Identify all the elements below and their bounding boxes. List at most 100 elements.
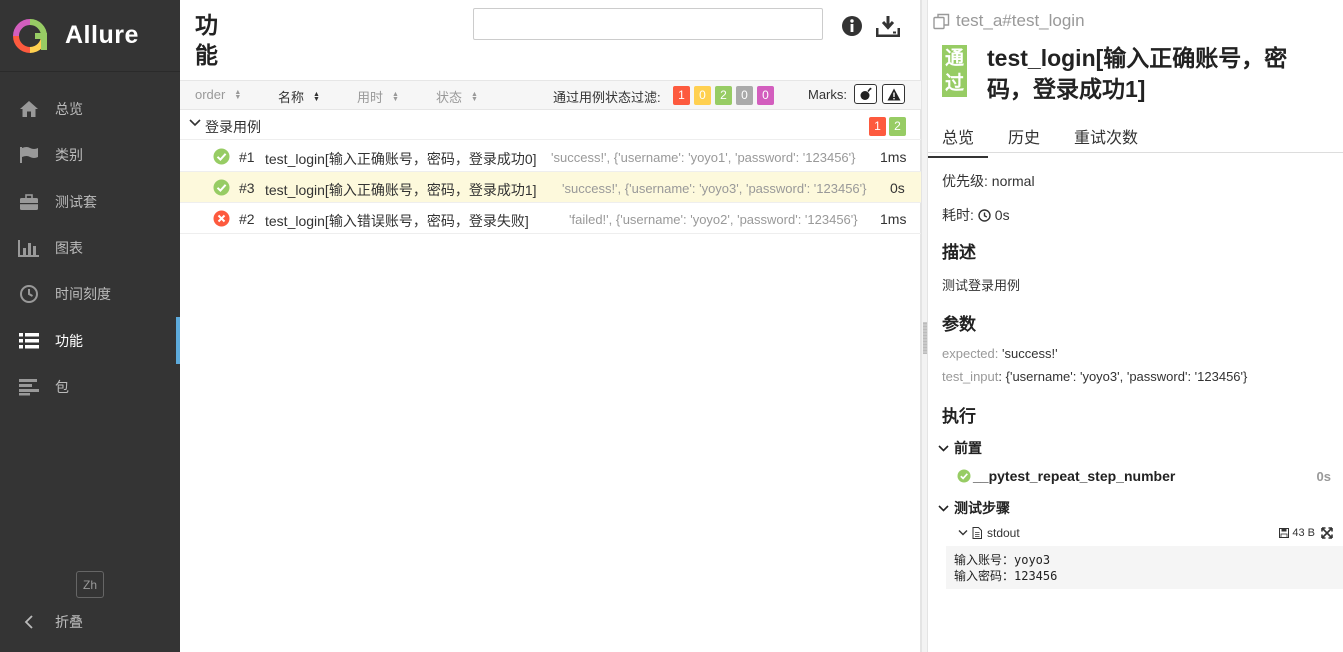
step-name: __pytest_repeat_step_number	[973, 468, 1176, 484]
breadcrumb-text: test_a#test_login	[956, 11, 1085, 30]
briefcase-icon	[18, 191, 40, 213]
group-failed-count: 1	[869, 117, 886, 136]
breadcrumb: test_a#test_login	[933, 11, 1085, 31]
sort-label: 状态	[436, 90, 463, 105]
test-duration: 1ms	[880, 149, 907, 165]
sidebar-item-overview[interactable]: 总览	[0, 86, 180, 132]
test-name: test_login[输入正确账号，密码，登录成功0]	[265, 151, 537, 167]
bomb-icon	[860, 87, 871, 100]
sort-status[interactable]: 状态 ▲ ▼	[436, 87, 478, 106]
group-counts: 1 2	[869, 117, 906, 136]
sort-name[interactable]: 名称 ▲ ▼	[278, 87, 320, 106]
parameter-key: test_input	[942, 369, 999, 384]
group-name: 登录用例	[205, 119, 261, 135]
test-row-selected[interactable]: #3 test_login[输入正确账号，密码，登录成功1] 'success!…	[180, 172, 921, 203]
setup-step[interactable]: __pytest_repeat_step_number 0s	[957, 468, 1331, 484]
sidebar-item-label: 时间刻度	[55, 286, 111, 303]
search-input[interactable]	[473, 8, 823, 40]
sort-order[interactable]: order ▲ ▼	[195, 87, 241, 102]
clock-icon	[978, 208, 991, 222]
sidebar-item-behaviors[interactable]: 功能	[0, 317, 180, 365]
test-title: test_login[输入正确账号，密码，登录成功1]	[987, 45, 1288, 102]
filter-skipped-toggle[interactable]: 0	[736, 86, 753, 105]
list-icon	[18, 330, 40, 352]
collapse-label: 折叠	[55, 614, 83, 630]
align-left-icon	[18, 376, 40, 398]
priority-label: 优先级:	[942, 173, 988, 189]
test-duration: 0s	[890, 180, 905, 196]
chevron-down-icon	[938, 444, 949, 452]
setup-heading: 前置	[954, 440, 982, 456]
test-params: 'success!', {'username': 'yoyo3', 'passw…	[562, 181, 867, 196]
tab-retries[interactable]: 重试次数	[1074, 124, 1138, 148]
sort-arrows-icon: ▲ ▼	[313, 90, 320, 103]
setup-section-toggle[interactable]: 前置	[938, 438, 982, 458]
download-icon[interactable]	[875, 15, 901, 38]
filter-passed-toggle[interactable]: 2	[715, 86, 732, 105]
sort-label: 用时	[357, 90, 384, 105]
sidebar: Allure 总览 类别 测试套 图表 时间刻度 功能 包 Zh 折叠	[0, 0, 180, 652]
status-filter-label: 通过用例状态过滤:	[553, 90, 661, 105]
sidebar-item-categories[interactable]: 类别	[0, 132, 180, 178]
parameters-heading: 参数	[942, 315, 976, 334]
copy-icon[interactable]	[933, 13, 950, 30]
duration-field: 耗时: 0s	[942, 205, 1010, 225]
priority-value: normal	[991, 173, 1035, 189]
parameter-key: expected	[942, 346, 995, 361]
priority-field: 优先级: normal	[942, 171, 1035, 191]
chevron-down-icon	[958, 530, 968, 536]
status-filter: 1 0 2 0 0	[673, 86, 774, 105]
filter-broken-toggle[interactable]: 0	[694, 86, 711, 105]
page-title: 功能	[195, 12, 218, 68]
attachment-size: 43 B	[1279, 527, 1315, 539]
group-passed-count: 2	[889, 117, 906, 136]
new-failed-mark-toggle[interactable]	[882, 84, 905, 104]
description-heading: 描述	[942, 243, 976, 262]
sidebar-item-label: 功能	[55, 332, 83, 349]
parameter-row: expected: 'success!'	[942, 346, 1058, 361]
pane-splitter[interactable]	[921, 0, 928, 652]
chevron-down-icon	[938, 504, 949, 512]
brand[interactable]: Allure	[0, 0, 180, 72]
attachment-row[interactable]: stdout 43 B	[958, 526, 1333, 540]
sort-label: order	[195, 87, 226, 102]
sidebar-item-suites[interactable]: 测试套	[0, 179, 180, 225]
sidebar-item-label: 总览	[55, 101, 83, 118]
flaky-mark-toggle[interactable]	[854, 84, 877, 104]
sidebar-item-graphs[interactable]: 图表	[0, 225, 180, 271]
test-detail-pane: test_a#test_login 通 过 test_login[输入正确账号，…	[927, 0, 1343, 652]
tab-overview[interactable]: 总览	[927, 124, 989, 158]
status-char: 过	[944, 73, 964, 94]
passed-status-icon	[957, 469, 971, 483]
stdout-content: 输入账号：yoyo3 输入密码：123456	[946, 546, 1343, 589]
test-body-section-toggle[interactable]: 测试步骤	[938, 498, 1010, 518]
test-row[interactable]: #1 test_login[输入正确账号，密码，登录成功0] 'success!…	[180, 141, 921, 172]
passed-status-icon	[213, 179, 230, 196]
chevron-left-icon	[18, 615, 40, 629]
sort-arrows-icon: ▲ ▼	[471, 90, 478, 103]
tab-history[interactable]: 历史	[1008, 124, 1040, 148]
attachment-name: stdout	[987, 526, 1020, 540]
group-row[interactable]: 登录用例 1 2	[180, 111, 921, 140]
chevron-down-icon	[189, 119, 201, 127]
sidebar-item-packages[interactable]: 包	[0, 364, 180, 410]
test-row[interactable]: #2 test_login[输入错误账号，密码，登录失败] 'failed!',…	[180, 203, 921, 234]
duration-value: 0s	[994, 207, 1010, 223]
clock-icon	[18, 283, 40, 305]
info-icon[interactable]	[841, 15, 863, 37]
stdout-line: 输入密码：123456	[954, 569, 1058, 583]
attachment-size-text: 43 B	[1292, 527, 1315, 539]
test-params: 'failed!', {'username': 'yoyo2', 'passwo…	[569, 212, 858, 227]
sidebar-item-timeline[interactable]: 时间刻度	[0, 271, 180, 317]
expand-icon[interactable]	[1321, 527, 1333, 539]
allure-report-app: Allure 总览 类别 测试套 图表 时间刻度 功能 包 Zh 折叠 功能 o…	[0, 0, 1343, 652]
test-body-heading: 测试步骤	[954, 500, 1010, 516]
language-button[interactable]: Zh	[76, 571, 104, 598]
filter-unknown-toggle[interactable]: 0	[757, 86, 774, 105]
collapse-sidebar-button[interactable]: 折叠	[0, 606, 83, 638]
step-duration: 0s	[1316, 468, 1331, 484]
sort-duration[interactable]: 用时 ▲ ▼	[357, 87, 399, 106]
filter-failed-toggle[interactable]: 1	[673, 86, 690, 105]
failed-status-icon	[213, 210, 230, 227]
tree-pane: 功能 order ▲ ▼ 名称 ▲ ▼ 用时 ▲ ▼ 状态 ▲ ▼ 通过用例状态…	[180, 0, 921, 652]
